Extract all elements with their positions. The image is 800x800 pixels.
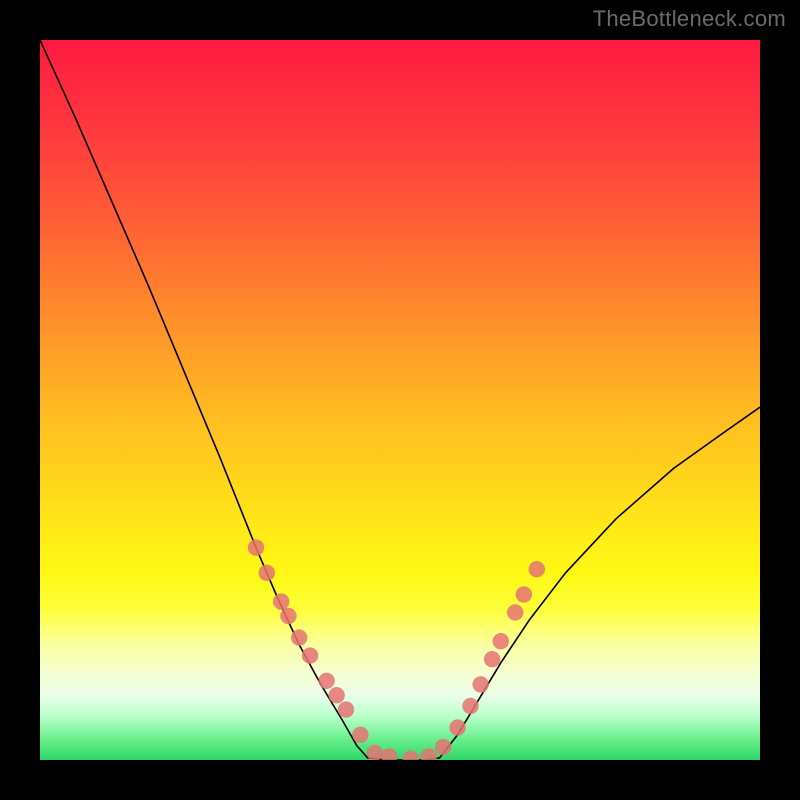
data-dot [529, 561, 545, 577]
data-dot [273, 593, 289, 609]
data-dot [421, 748, 437, 760]
data-dot [338, 701, 354, 717]
chart-stage: TheBottleneck.com [0, 0, 800, 800]
data-dot [484, 651, 500, 667]
data-dot [462, 698, 478, 714]
chart-overlay [40, 40, 760, 760]
data-dot [381, 748, 397, 760]
data-dot [302, 647, 318, 663]
data-dot [352, 727, 368, 743]
data-dot [449, 719, 465, 735]
data-dot [280, 608, 296, 624]
bottleneck-curve [40, 40, 760, 760]
data-dot [248, 539, 264, 555]
data-dot [291, 629, 307, 645]
data-dot [516, 586, 532, 602]
data-dot [259, 565, 275, 581]
watermark-label: TheBottleneck.com [593, 6, 786, 32]
data-dot [435, 739, 451, 755]
data-dot [472, 676, 488, 692]
data-dots [248, 539, 545, 760]
data-dot [403, 750, 419, 760]
data-dot [328, 687, 344, 703]
plot-area [40, 40, 760, 760]
data-dot [367, 745, 383, 760]
data-dot [493, 633, 509, 649]
data-dot [318, 673, 334, 689]
data-dot [507, 604, 523, 620]
